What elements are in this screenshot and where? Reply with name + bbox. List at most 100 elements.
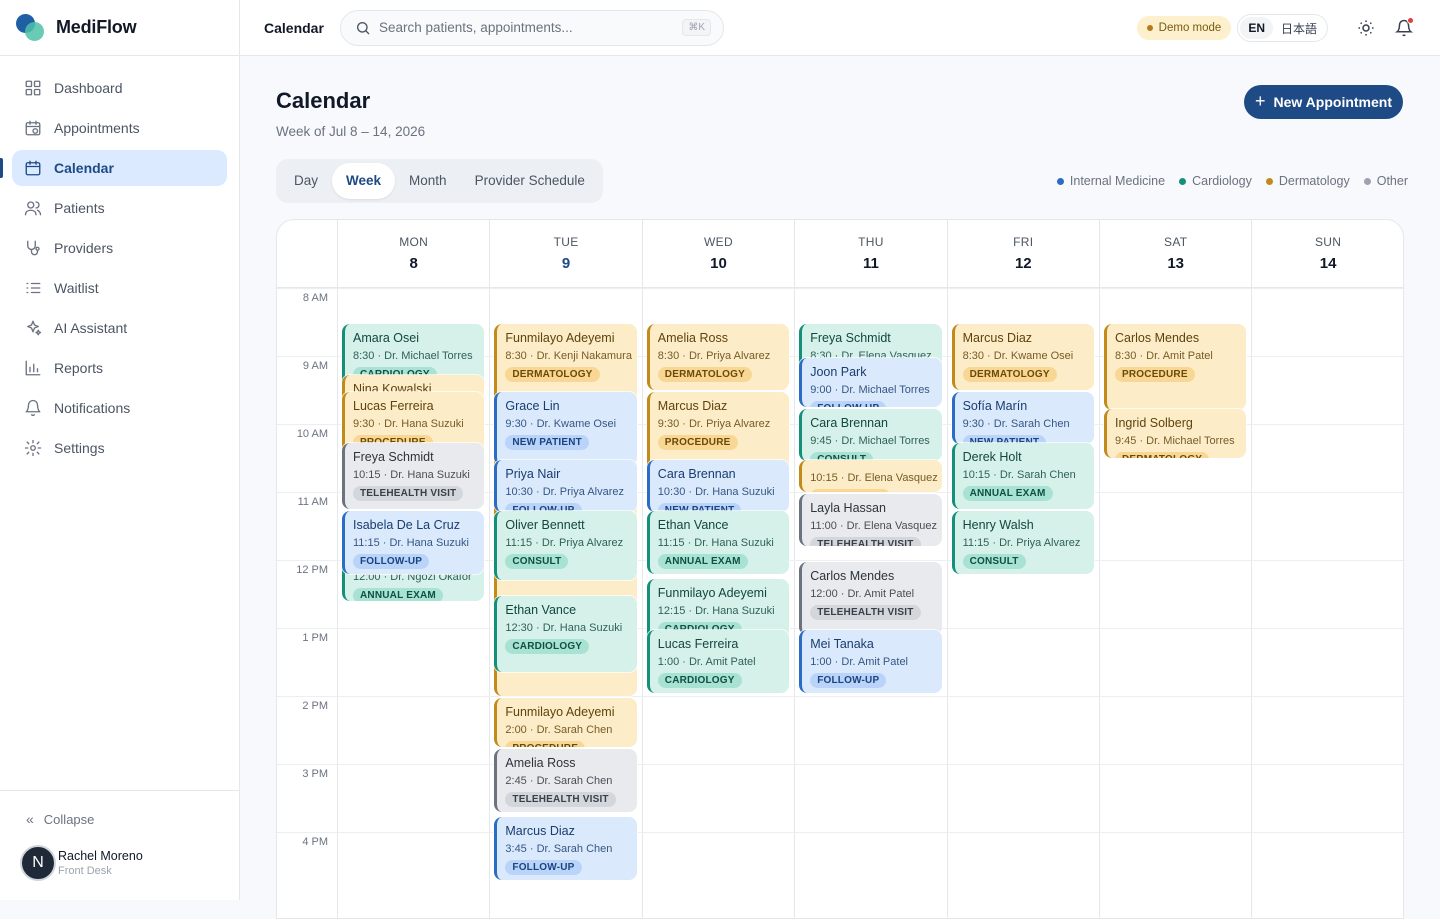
appointment-patient: Freya Schmidt [810,331,891,345]
sidebar-item-patients[interactable]: Patients [12,190,227,226]
new-appointment-button[interactable]: + New Appointment [1244,85,1403,119]
appointment-card[interactable]: Ethan Vance 11:15 · Dr. Hana Suzuki ANNUAL… [646,511,790,574]
view-tab-provider-schedule[interactable]: Provider Schedule [461,163,599,199]
demo-mode-label: Demo mode [1158,22,1222,34]
appointment-time-provider: 1:00 · Dr. Amit Patel [810,656,909,668]
sidebar-item-appointments[interactable]: Appointments [12,110,227,146]
chevrons-left-icon: « [26,811,34,827]
sidebar-item-settings[interactable]: Settings [12,430,227,466]
hour-gridline [277,832,1403,833]
user-profile[interactable]: N Rachel Moreno Front Desk [0,827,240,881]
appointment-card[interactable]: Marcus Diaz 3:45 · Dr. Sarah Chen FOLLOW-U… [494,817,637,880]
day-header-mon[interactable]: MON 8 [337,220,489,288]
appointment-card[interactable]: Freya Schmidt 10:15 · Dr. Hana Suzuki TELE… [342,443,485,509]
sidebar-item-calendar[interactable]: Calendar [0,150,227,186]
day-header-sat[interactable]: SAT 13 [1099,220,1251,288]
waitlist-icon [24,279,42,297]
appointment-type-badge: PROCEDURE [505,741,586,747]
appointment-card[interactable]: Isabela De La Cruz 11:15 · Dr. Hana Suzuk… [342,511,485,574]
avatar: N [20,845,56,881]
day-header-tue[interactable]: TUE 9 [489,220,641,288]
appointment-patient: Grace Lin [505,399,560,413]
sidebar-item-label: Reports [54,360,104,376]
notifications-button[interactable] [1390,14,1418,42]
sidebar-item-ai-assistant[interactable]: AI Assistant [12,310,227,346]
appointment-card[interactable]: Carlos Mendes 8:30 · Dr. Amit Patel PROCED… [1104,324,1247,411]
day-header-thu[interactable]: THU 11 [794,220,946,288]
appointment-card[interactable]: Henry Walsh 11:15 · Dr. Priya Alvarez CONS… [951,511,1094,574]
appointment-card[interactable]: Carlos Mendes 12:00 · Dr. Amit Patel TELEH… [799,562,942,635]
page-title: Calendar [276,88,371,113]
appointment-card[interactable]: Cara Brennan 9:45 · Dr. Michael Torres CON… [799,409,942,462]
view-tab-week[interactable]: Week [332,163,396,199]
sidebar-item-waitlist[interactable]: Waitlist [12,270,227,306]
appointment-card[interactable]: Derek Holt 10:15 · Dr. Sarah Chen ANNUAL E… [951,443,1094,509]
appointment-card[interactable]: Layla Hassan 11:00 · Dr. Elena Vasquez TEL… [799,494,942,547]
day-header-sun[interactable]: SUN 14 [1251,220,1403,288]
topbar: Calendar ⌘K Demo mode EN 日本語 [240,0,1440,56]
appointment-type-badge: PROCEDURE [657,435,738,450]
view-tab-day[interactable]: Day [280,163,332,199]
appointment-time-provider: 11:15 · Dr. Priya Alvarez [962,537,1081,549]
appointment-type-badge: PROCEDURE [1115,367,1195,382]
gear-icon [24,439,42,457]
appointment-patient: Sofía Marín [962,399,1028,413]
view-tab-month[interactable]: Month [395,163,461,199]
legend-item: Internal Medicine [1056,174,1165,188]
notification-dot [1407,17,1414,24]
appointment-card[interactable]: Priya Nair 10:30 · Dr. Priya Alvarez FOLLO… [494,460,637,513]
sidebar-item-label: Calendar [54,160,114,176]
appointment-card[interactable]: Grace Lin 9:30 · Dr. Kwame Osei NEW PATIEN… [494,392,637,465]
sidebar-item-providers[interactable]: Providers [12,230,227,266]
appointment-type-badge: NEW PATIENT [505,435,589,450]
appointment-card[interactable]: Lucas Ferreira 1:00 · Dr. Amit Patel CARDI… [646,630,790,693]
collapse-label: Collapse [43,811,95,827]
topbar-title: Calendar [264,19,324,36]
appointment-card[interactable]: Ingrid Solberg 9:45 · Dr. Michael Torres D… [1104,409,1247,458]
appointment-time-provider: 10:15 · Dr. Hana Suzuki [353,469,470,481]
appointment-card[interactable]: Oliver Bennett 11:15 · Dr. Priya Alvarez C… [494,511,637,581]
day-header-wed[interactable]: WED 10 [641,220,794,288]
appointment-time-provider: 11:00 · Dr. Elena Vasquez [810,520,937,532]
appointment-card[interactable]: Ethan Vance 12:30 · Dr. Hana Suzuki CARDIO… [494,596,637,673]
appointment-card[interactable]: Sofía Marín 9:30 · Dr. Sarah Chen NEW PATI… [951,392,1094,445]
theme-toggle[interactable] [1352,14,1380,42]
sidebar-item-notifications[interactable]: Notifications [12,390,227,426]
appointment-type-badge: CARDIOLOGY [505,639,590,654]
appointment-patient: Ingrid Solberg [1115,416,1193,430]
search-input[interactable] [379,20,669,35]
appointment-patient: Marcus Diaz [657,399,728,413]
time-label: 9 AM [302,360,328,372]
appointment-card[interactable]: 10:15 · Dr. Elena Vasquez PROCEDURE [799,460,942,492]
appointment-time-provider: 12:00 · Dr. Amit Patel [810,588,915,600]
page-subtitle: Week of Jul 8 – 14, 2026 [276,124,426,139]
legend-dot [1363,177,1371,185]
sidebar-item-reports[interactable]: Reports [12,350,227,386]
appointment-card[interactable]: Mei Tanaka 1:00 · Dr. Amit Patel FOLLOW-UP [799,630,942,693]
legend-item: Other [1363,174,1408,188]
appointment-patient: Lucas Ferreira [657,637,739,651]
sidebar-item-label: Providers [54,240,114,256]
sidebar-item-label: Appointments [54,120,140,136]
legend-item: Dermatology [1265,174,1350,188]
appointment-card[interactable]: Amelia Ross 8:30 · Dr. Priya Alvarez DERMA… [646,324,790,390]
appointment-patient: Amara Osei [353,331,419,345]
appointment-type-badge: ANNUAL EXAM [657,554,748,569]
appointment-card[interactable]: Amelia Ross 2:45 · Dr. Sarah Chen TELEHEAL… [494,749,637,812]
appointment-card[interactable]: Cara Brennan 10:30 · Dr. Hana Suzuki NEW P… [646,460,790,513]
appointment-card[interactable]: Marcus Diaz 8:30 · Dr. Kwame Osei DERMATOL… [951,324,1094,390]
appointment-patient: Isabela De La Cruz [353,518,461,532]
appointment-time-provider: 9:30 · Dr. Hana Suzuki [353,418,464,430]
sidebar-item-dashboard[interactable]: Dashboard [12,70,227,106]
lang-en[interactable]: EN [1240,17,1273,39]
lang-ja[interactable]: 日本語 [1273,16,1325,41]
appointment-card[interactable]: Joon Park 9:00 · Dr. Michael Torres FOLLOW… [799,358,942,407]
appointment-patient: Oliver Bennett [505,518,585,532]
collapse-button[interactable]: « Collapse [0,791,240,827]
brand[interactable]: MediFlow [0,0,239,56]
appointment-type-badge: FOLLOW-UP [810,673,887,688]
appointment-card[interactable]: Funmilayo Adeyemi 2:00 · Dr. Sarah Chen PR… [494,698,637,747]
day-header-fri[interactable]: FRI 12 [946,220,1099,288]
search-box[interactable]: ⌘K [340,9,724,46]
calendar-icon [24,159,42,177]
